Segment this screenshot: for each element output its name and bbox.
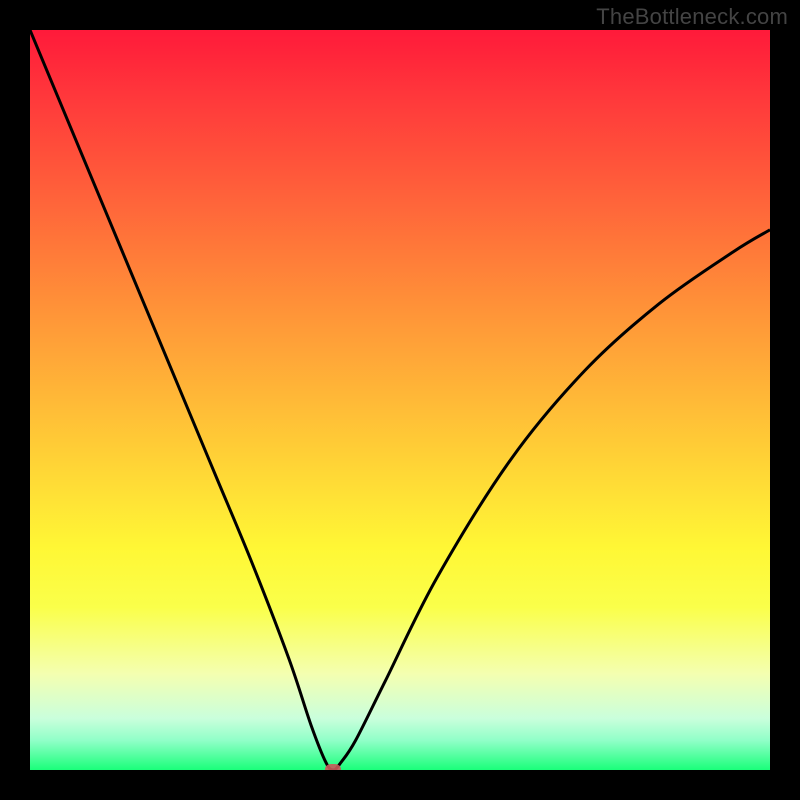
watermark-text: TheBottleneck.com (596, 4, 788, 30)
optimum-marker (325, 764, 341, 770)
chart-frame (30, 30, 770, 770)
bottleneck-curve (30, 30, 770, 770)
curve-path (30, 30, 770, 770)
